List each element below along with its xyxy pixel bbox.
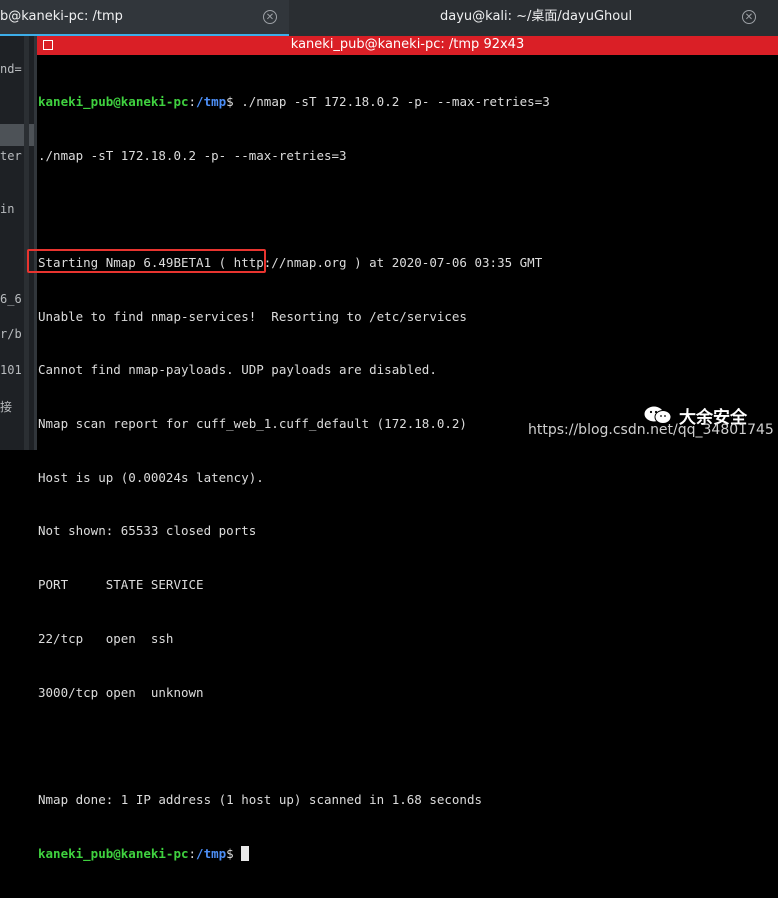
- highlight-box: [27, 249, 266, 273]
- output-line: Nmap done: 1 IP address (1 host up) scan…: [38, 791, 483, 807]
- left-pane-text: nd=: [0, 62, 22, 76]
- left-pane-text: in: [0, 202, 15, 216]
- scrollbar[interactable]: [24, 36, 29, 450]
- watermark-url: https://blog.csdn.net/qq_34801745: [528, 422, 774, 438]
- output-line: Nmap scan report for cuff_web_1.cuff_def…: [38, 416, 467, 432]
- tab-dayu-kali[interactable]: dayu@kali: ~/桌面/dayuGhoul ✕: [290, 0, 778, 36]
- tab-label: b@kaneki-pc: /tmp: [0, 9, 123, 24]
- tab-bar: b@kaneki-pc: /tmp ✕ dayu@kali: ~/桌面/dayu…: [0, 0, 778, 36]
- prompt-user: kaneki_pub@kaneki-pc: [38, 93, 189, 109]
- left-pane-text: 101: [0, 363, 22, 377]
- output-line: Host is up (0.00024s latency).: [38, 469, 264, 485]
- close-icon[interactable]: ✕: [263, 10, 277, 24]
- prompt-user: kaneki_pub@kaneki-pc: [38, 845, 189, 861]
- tab-kaneki-tmp[interactable]: b@kaneki-pc: /tmp ✕: [0, 0, 289, 36]
- output-line: 22/tcp open ssh: [38, 630, 174, 646]
- left-terminal-pane[interactable]: nd= ter in 6_6 r/b 101 接: [0, 36, 34, 450]
- command-echo: ./nmap -sT 172.18.0.2 -p- --max-retries=…: [38, 147, 347, 163]
- output-line-highlighted: 3000/tcp open unknown: [38, 684, 204, 700]
- left-pane-text: 接: [0, 400, 13, 414]
- output-line: PORT STATE SERVICE: [38, 577, 204, 593]
- left-pane-text: ter: [0, 149, 22, 163]
- output-line: Cannot find nmap-payloads. UDP payloads …: [38, 362, 437, 378]
- output-line: Not shown: 65533 closed ports: [38, 523, 257, 539]
- terminal-title: kaneki_pub@kaneki-pc: /tmp 92x43: [290, 37, 525, 52]
- command-line: kaneki_pub@kaneki-pc:/tmp$ ./nmap -sT 17…: [38, 93, 550, 111]
- prompt-path: /tmp: [196, 845, 227, 861]
- command-text: ./nmap -sT 172.18.0.2 -p- --max-retries=…: [233, 93, 550, 109]
- output-line: Unable to find nmap-services! Resorting …: [38, 308, 467, 324]
- prompt-symbol: $: [226, 845, 234, 861]
- tab-label: dayu@kali: ~/桌面/dayuGhoul: [440, 9, 633, 24]
- prompt-separator: :: [188, 845, 197, 861]
- close-icon[interactable]: ✕: [742, 10, 756, 24]
- left-pane-text: 6_6: [0, 292, 22, 306]
- prompt-path: /tmp: [196, 93, 227, 109]
- prompt-symbol: $: [226, 93, 234, 109]
- text-cursor: [241, 845, 250, 861]
- terminal-titlebar: kaneki_pub@kaneki-pc: /tmp 92x43: [37, 36, 778, 55]
- left-pane-text: r/b: [0, 327, 22, 341]
- prompt-separator: :: [188, 93, 197, 109]
- prompt-line: kaneki_pub@kaneki-pc:/tmp$: [38, 845, 550, 863]
